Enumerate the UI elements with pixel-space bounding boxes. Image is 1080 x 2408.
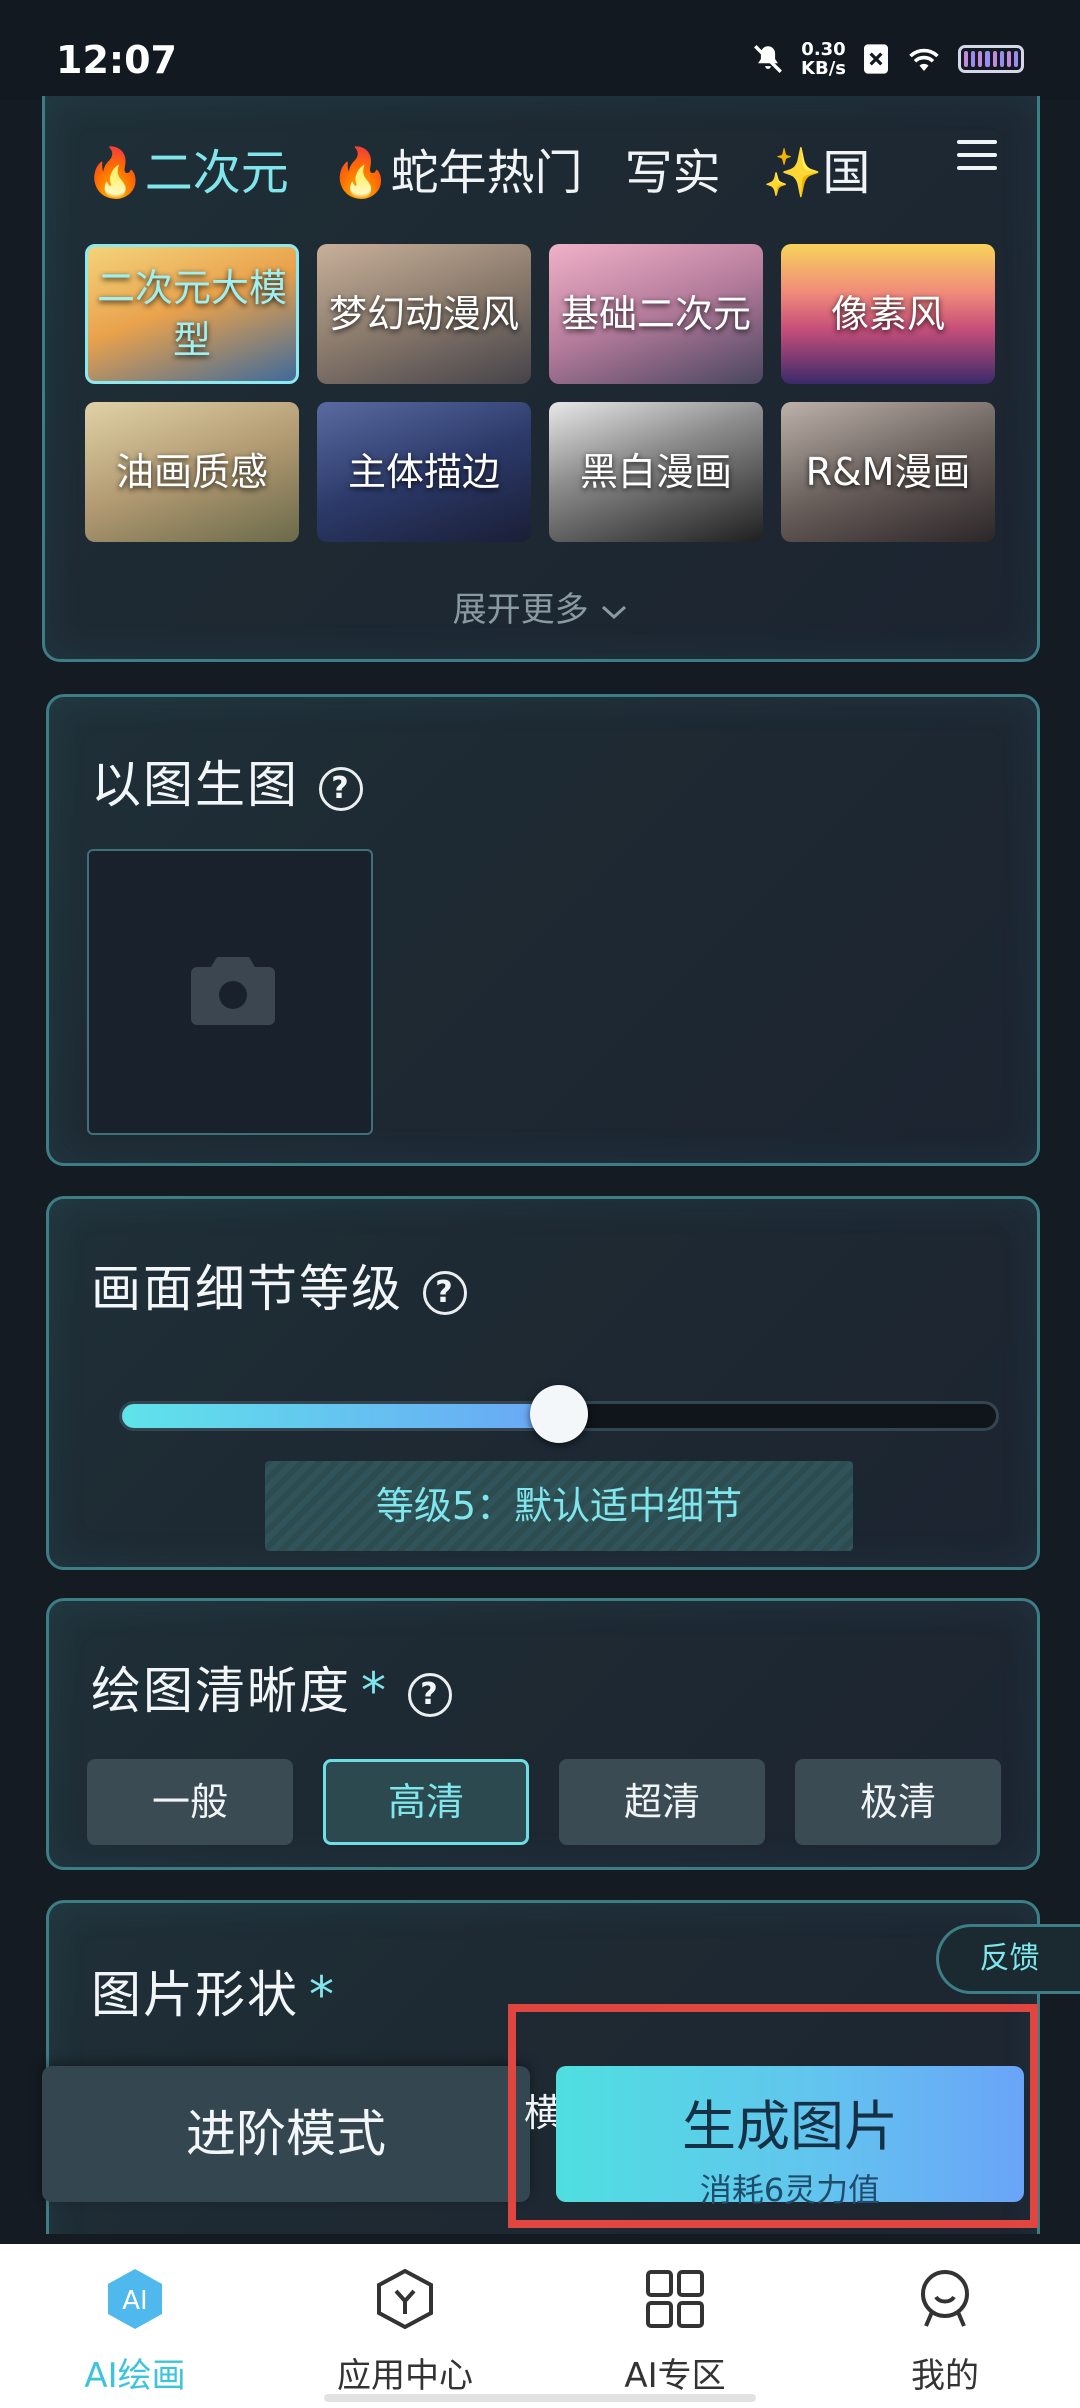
mute-icon	[754, 45, 782, 73]
resolution-card: 绘图清晰度 *? 一般 高清 超清 极清	[46, 1598, 1040, 1870]
style-tile-rm-comic[interactable]: R&M漫画	[781, 402, 995, 542]
profile-icon	[921, 2270, 969, 2327]
battery-icon	[958, 45, 1024, 73]
expand-more-label: 展开更多	[452, 590, 589, 630]
divider	[0, 2234, 1080, 2244]
detail-slider-fill	[122, 1404, 562, 1428]
net-speed: 0.30 KB/s	[801, 39, 846, 79]
expand-more-button[interactable]: 展开更多	[45, 582, 1037, 631]
resolution-option-hd[interactable]: 高清	[323, 1759, 529, 1845]
detail-level-card: 画面细节等级? 等级5：默认适中细节	[46, 1196, 1040, 1570]
detail-level-label: 等级5：默认适中细节	[265, 1461, 853, 1551]
highlight-box	[508, 2004, 1038, 2228]
status-icons: 0.30 KB/s	[751, 40, 1024, 78]
home-indicator	[324, 2394, 756, 2402]
camera-icon	[191, 957, 275, 1025]
resolution-options: 一般 高清 超清 极清	[87, 1759, 1001, 1845]
required-mark: *	[361, 1662, 388, 1720]
img2img-title: 以图生图?	[91, 745, 363, 817]
nav-item-app-center[interactable]: 应用中心	[270, 2244, 540, 2408]
status-time: 12:07	[56, 38, 177, 82]
help-icon[interactable]: ?	[319, 766, 363, 811]
required-mark: *	[309, 1966, 336, 2024]
style-tabs: 🔥二次元 🔥蛇年热门 写实 ✨国	[85, 128, 985, 208]
detail-slider-thumb[interactable]	[530, 1385, 588, 1443]
style-tile-pixel[interactable]: 像素风	[781, 244, 995, 384]
tab-anime[interactable]: 🔥二次元	[85, 133, 289, 203]
advanced-mode-button[interactable]: 进阶模式	[42, 2066, 530, 2202]
style-tile-bw-comic[interactable]: 黑白漫画	[549, 402, 763, 542]
style-tile-outline[interactable]: 主体描边	[317, 402, 531, 542]
style-grid: 二次元大模型 梦幻动漫风 基础二次元 像素风 油画质感 主体描边 黑白漫画 R&…	[85, 244, 1003, 542]
style-tile-anime-model[interactable]: 二次元大模型	[85, 244, 299, 384]
menu-icon[interactable]	[957, 140, 997, 170]
wifi-icon	[909, 48, 939, 71]
resolution-option-normal[interactable]: 一般	[87, 1759, 293, 1845]
shape-title: 图片形状 *	[91, 1966, 336, 2024]
detail-title: 画面细节等级?	[91, 1249, 467, 1321]
nav-item-ai-paint[interactable]: AI AI绘画	[0, 2244, 270, 2408]
status-bar: 12:07 0.30 KB/s	[0, 0, 1080, 100]
style-tile-dreamy-anime[interactable]: 梦幻动漫风	[317, 244, 531, 384]
img2img-card: 以图生图?	[46, 694, 1040, 1166]
tab-guofeng[interactable]: ✨国	[763, 133, 871, 203]
nav-item-ai-zone[interactable]: AI专区	[540, 2244, 810, 2408]
tab-realistic[interactable]: 写实	[625, 133, 721, 203]
svg-text:AI: AI	[122, 2286, 147, 2316]
help-icon[interactable]: ?	[423, 1270, 467, 1315]
bottom-nav: AI AI绘画 应用中心 AI专区 我的	[0, 2244, 1080, 2408]
tab-snake-year[interactable]: 🔥蛇年热门	[331, 133, 583, 203]
help-icon[interactable]: ?	[408, 1672, 452, 1717]
feedback-button[interactable]: 反馈	[936, 1924, 1080, 1994]
style-card: 🔥二次元 🔥蛇年热门 写实 ✨国 二次元大模型 梦幻动漫风 基础二次元 像素风 …	[42, 96, 1040, 662]
resolution-option-ultra[interactable]: 超清	[559, 1759, 765, 1845]
resolution-title: 绘图清晰度 *?	[91, 1651, 452, 1723]
grid-icon	[646, 2270, 704, 2328]
sim-off-icon	[864, 44, 888, 74]
chevron-down-icon	[602, 605, 627, 619]
ai-paint-icon: AI	[108, 2269, 162, 2329]
app-center-icon	[377, 2268, 433, 2330]
image-upload-box[interactable]	[87, 849, 373, 1135]
style-tile-oil-paint[interactable]: 油画质感	[85, 402, 299, 542]
style-tile-basic-anime[interactable]: 基础二次元	[549, 244, 763, 384]
nav-item-profile[interactable]: 我的	[810, 2244, 1080, 2408]
resolution-option-extreme[interactable]: 极清	[795, 1759, 1001, 1845]
